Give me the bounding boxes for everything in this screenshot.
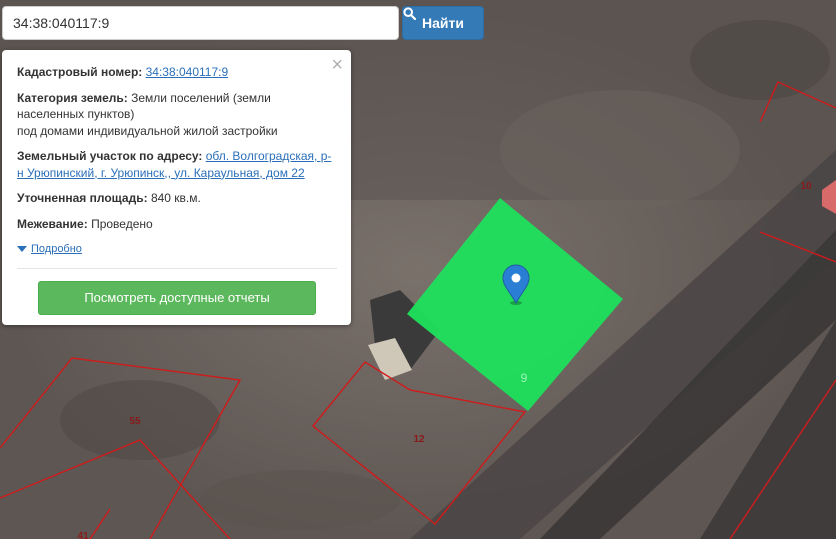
- close-icon[interactable]: ×: [331, 54, 343, 76]
- survey-row: Межевание: Проведено: [17, 216, 337, 233]
- land-category-line1: Земли поселений (земли: [131, 90, 271, 105]
- plot-label-55: 55: [129, 416, 141, 427]
- survey-value: Проведено: [91, 216, 153, 231]
- search-icon: [403, 7, 416, 20]
- area-value: 840 кв.м.: [150, 191, 201, 205]
- land-category-row: Категория земель: Земли поселений (земли…: [17, 90, 337, 140]
- area-row: Уточненная площадь: 840 кв.м.: [17, 190, 337, 207]
- land-category-line3: под домами индивидуальной жилой застройк…: [17, 123, 278, 138]
- survey-label: Межевание:: [17, 216, 88, 231]
- search-input[interactable]: [2, 6, 399, 40]
- parcel-info-popup: × Кадастровый номер: 34:38:040117:9 Кате…: [2, 50, 351, 325]
- popup-divider: [17, 267, 337, 269]
- address-link-line1[interactable]: обл. Волгоградская, р-: [206, 149, 332, 163]
- caret-down-icon: [17, 246, 27, 253]
- plot-label-10: 10: [800, 181, 812, 192]
- map-view[interactable]: 10 12 55 41 9 Найти × Кадастровый номер:…: [0, 0, 836, 539]
- land-category-line2: населенных пунктов): [17, 107, 135, 121]
- cadastral-number-row: Кадастровый номер: 34:38:040117:9: [17, 64, 337, 81]
- search-button[interactable]: Найти: [402, 6, 484, 40]
- cadastral-number-label: Кадастровый номер:: [17, 65, 143, 79]
- cadastral-number-link[interactable]: 34:38:040117:9: [146, 65, 229, 79]
- address-link-line2[interactable]: н Урюпинский, г. Урюпинск,, ул. Караульн…: [17, 166, 305, 180]
- details-link[interactable]: Подробно: [31, 241, 82, 258]
- plot-label-12: 12: [413, 434, 425, 445]
- area-label: Уточненная площадь:: [17, 191, 148, 205]
- search-button-label: Найти: [422, 15, 464, 31]
- address-row: Земельный участок по адресу: обл. Волгог…: [17, 148, 337, 181]
- view-reports-button[interactable]: Посмотреть доступные отчеты: [38, 280, 316, 315]
- details-toggle[interactable]: Подробно: [17, 241, 337, 258]
- plot-label-41: 41: [77, 531, 89, 539]
- land-category-label: Категория земель:: [17, 90, 128, 105]
- address-label: Земельный участок по адресу:: [17, 149, 203, 163]
- plot-label-9: 9: [521, 371, 528, 385]
